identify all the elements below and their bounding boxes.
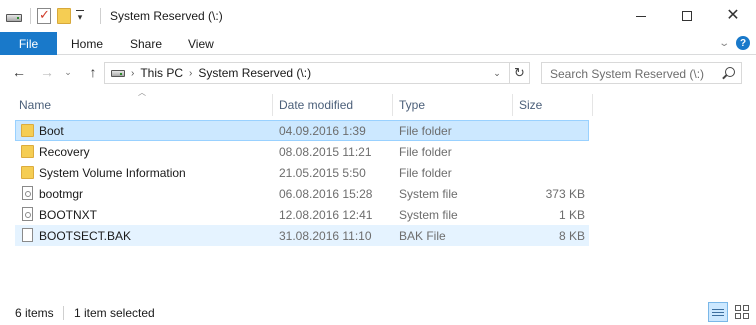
column-headers: ︿ Name Date modified Type Size xyxy=(0,88,756,116)
file-date: 21.05.2015 5:50 xyxy=(279,166,366,180)
tab-home[interactable]: Home xyxy=(71,32,103,55)
qat-divider xyxy=(30,8,31,24)
close-icon: ✕ xyxy=(726,7,740,24)
file-size: 8 KB xyxy=(558,229,585,243)
recent-locations-button[interactable]: ⌄ xyxy=(62,63,74,81)
file-name: bootmgr xyxy=(39,187,84,201)
minimize-button[interactable] xyxy=(618,0,664,32)
refresh-button[interactable]: ↻ xyxy=(509,62,529,84)
file-type: System file xyxy=(399,208,458,222)
file-name: System Volume Information xyxy=(39,166,186,180)
search-input[interactable]: Search System Reserved (\:) xyxy=(550,67,704,81)
up-button[interactable]: ↑ xyxy=(84,63,102,81)
list-item[interactable]: Boot 04.09.2016 1:39 File folder xyxy=(15,120,589,141)
up-arrow-icon: ↑ xyxy=(89,64,97,80)
system-file-icon xyxy=(22,207,33,221)
search-box[interactable]: Search System Reserved (\:) xyxy=(541,62,742,84)
ribbon-right-controls: ⌄ ? xyxy=(718,36,750,50)
ribbon-tabs: File Home Share View ⌄ ? xyxy=(0,32,756,55)
file-date: 31.08.2016 11:10 xyxy=(279,229,372,243)
file-type: System file xyxy=(399,187,458,201)
drive-icon[interactable] xyxy=(6,14,22,22)
address-history-dropdown[interactable]: ⌄ xyxy=(489,65,505,81)
breadcrumb-system-reserved[interactable]: System Reserved (\:) xyxy=(198,66,311,80)
window-controls: ✕ xyxy=(618,0,756,32)
list-item[interactable]: bootmgr 06.08.2016 15:28 System file 373… xyxy=(15,183,589,204)
window-title: System Reserved (\:) xyxy=(110,9,223,23)
file-name: Recovery xyxy=(39,145,90,159)
file-type: File folder xyxy=(399,124,452,138)
list-item[interactable]: BOOTNXT 12.08.2016 12:41 System file 1 K… xyxy=(15,204,589,225)
close-button[interactable]: ✕ xyxy=(710,0,756,32)
file-type: File folder xyxy=(399,166,452,180)
file-date: 08.08.2015 11:21 xyxy=(279,145,372,159)
quick-access-toolbar: ▾ xyxy=(6,7,85,25)
large-icons-view-button[interactable] xyxy=(732,302,752,322)
file-size: 373 KB xyxy=(545,187,585,201)
customize-qat-icon[interactable]: ▾ xyxy=(75,10,85,23)
file-date: 06.08.2016 15:28 xyxy=(279,187,373,201)
title-bar: ▾ System Reserved (\:) ✕ xyxy=(0,0,756,32)
maximize-button[interactable] xyxy=(664,0,710,32)
new-folder-icon[interactable] xyxy=(57,8,71,24)
file-name: BOOTSECT.BAK xyxy=(39,229,132,243)
large-icons-view-icon xyxy=(735,305,741,311)
column-header-name[interactable]: Name xyxy=(13,94,273,116)
file-type: BAK File xyxy=(399,229,446,243)
folder-icon xyxy=(21,124,34,137)
navigation-bar: ← → ⌄ ↑ › This PC › System Reserved (\:)… xyxy=(0,56,756,89)
details-view-button[interactable] xyxy=(708,302,728,322)
item-count: 6 items xyxy=(15,306,54,320)
file-icon xyxy=(22,228,33,242)
file-size: 1 KB xyxy=(558,208,585,222)
tab-view[interactable]: View xyxy=(188,32,214,55)
list-item[interactable]: Recovery 08.08.2015 11:21 File folder xyxy=(15,141,589,162)
drive-icon xyxy=(111,69,125,77)
status-divider xyxy=(63,306,64,320)
folder-icon xyxy=(21,145,34,158)
system-file-icon xyxy=(22,186,33,200)
expand-ribbon-icon[interactable]: ⌄ xyxy=(718,38,730,49)
title-divider xyxy=(100,8,101,24)
details-view-icon xyxy=(712,308,724,310)
status-bar: 6 items 1 item selected xyxy=(0,300,756,325)
properties-icon[interactable] xyxy=(37,7,51,24)
column-header-type[interactable]: Type xyxy=(393,94,513,116)
address-bar[interactable]: › This PC › System Reserved (\:) ⌄ ↻ xyxy=(104,62,530,84)
back-arrow-icon: ← xyxy=(12,64,26,80)
list-item[interactable]: BOOTSECT.BAK 31.08.2016 11:10 BAK File 8… xyxy=(15,225,589,246)
tab-file[interactable]: File xyxy=(0,32,57,55)
file-date: 04.09.2016 1:39 xyxy=(279,124,366,138)
column-header-size[interactable]: Size xyxy=(513,94,593,116)
back-button[interactable]: ← xyxy=(10,63,28,81)
minimize-icon xyxy=(636,15,646,17)
chevron-down-icon: ⌄ xyxy=(64,66,72,77)
file-type: File folder xyxy=(399,145,452,159)
search-icon xyxy=(725,67,735,77)
breadcrumb-chevron-icon[interactable]: › xyxy=(189,68,192,79)
tab-share[interactable]: Share xyxy=(130,32,162,55)
help-icon[interactable]: ? xyxy=(736,36,750,50)
selection-count: 1 item selected xyxy=(74,306,155,320)
breadcrumb-chevron-icon[interactable]: › xyxy=(131,68,134,79)
column-header-date[interactable]: Date modified xyxy=(273,94,393,116)
list-item[interactable]: System Volume Information 21.05.2015 5:5… xyxy=(15,162,589,183)
breadcrumb-this-pc[interactable]: This PC xyxy=(140,66,183,80)
file-name: BOOTNXT xyxy=(39,208,98,222)
file-date: 12.08.2016 12:41 xyxy=(279,208,373,222)
file-name: Boot xyxy=(39,124,64,138)
folder-icon xyxy=(21,166,34,179)
refresh-icon: ↻ xyxy=(514,65,525,80)
forward-button[interactable]: → xyxy=(38,63,56,81)
maximize-icon xyxy=(682,11,692,21)
forward-arrow-icon: → xyxy=(40,64,54,80)
